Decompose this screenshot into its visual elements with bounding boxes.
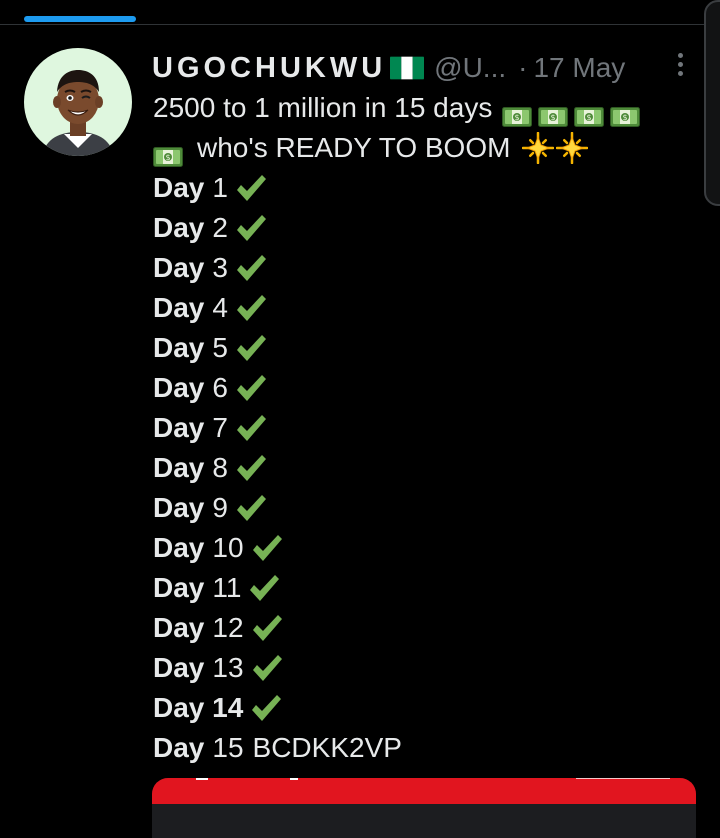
day-number: 15 [212,732,244,763]
money-bill-icon: $ [153,138,183,167]
check-mark-icon [250,531,284,565]
day-number: 4 [212,292,228,323]
day-line: Day 5 [153,328,693,368]
day-number: 11 [212,572,242,603]
tweet-text-line-2: who's READY TO BOOM [197,132,511,163]
day-label: Day [153,492,205,523]
tweet-line-2: $ who's READY TO BOOM [153,128,693,168]
day-number: 10 [212,532,244,563]
check-mark-icon [234,291,268,325]
day-label: Day [153,372,205,403]
more-dot-icon [677,62,683,67]
day-line: Day 8 [153,448,693,488]
check-mark-icon [234,331,268,365]
day-code: BCDKK2VP [252,732,402,763]
day-list: Day 1 Day 2 Day 3 Day 4 Day 5 Day 6 Day 7 Day 8 Day 9 Day 1… [153,168,693,768]
day-label: Day [153,212,205,243]
author-handle[interactable]: @U... [434,52,506,84]
check-mark-icon [234,451,268,485]
tweet-text-line-1: 2500 to 1 million in 15 days [153,92,493,123]
day-number: 2 [212,212,228,243]
day-line: Day 14 [153,688,693,728]
day-line: Day 3 [153,248,693,288]
day-number: 7 [212,412,228,443]
money-bill-icon: $ [538,98,569,127]
nigeria-flag-icon [390,56,425,80]
active-tab-indicator [24,16,136,22]
media-image-mark [290,778,298,780]
media-image-mark [196,778,208,780]
day-label: Day [153,292,205,323]
more-dot-icon [677,71,683,76]
check-mark-icon [250,611,284,645]
day-line: Day 15 BCDKK2VP [153,728,693,768]
day-label: Day [153,452,205,483]
svg-text:$: $ [515,113,520,122]
day-label: Day [153,612,205,643]
svg-text:$: $ [551,113,556,122]
day-number: 1 [212,172,228,203]
check-mark-icon [234,171,268,205]
day-number: 13 [212,652,244,683]
day-label: Day [153,172,205,203]
day-line: Day 9 [153,488,693,528]
scrollbar[interactable] [704,0,720,206]
day-number: 8 [212,452,228,483]
svg-text:$: $ [623,113,628,122]
day-number: 9 [212,492,228,523]
day-line: Day 4 [153,288,693,328]
media-image-banner [152,778,696,804]
day-line: Day 6 [153,368,693,408]
more-options-button[interactable] [670,50,690,80]
day-line: Day 7 [153,408,693,448]
day-label: Day [153,732,205,763]
day-number: 3 [212,252,228,283]
day-label: Day [153,532,205,563]
check-mark-icon [234,211,268,245]
check-mark-icon [247,571,281,605]
tweet-date[interactable]: 17 May [533,52,625,84]
money-bill-icon: $ [502,98,533,127]
day-number: 5 [212,332,228,363]
day-label: Day [153,572,205,603]
day-label: Day [153,412,205,443]
more-dot-icon [677,53,683,58]
avatar-illustration [42,70,114,156]
day-line: Day 11 [153,568,693,608]
avatar[interactable] [24,48,132,156]
header-separator: · [518,52,528,83]
svg-text:$: $ [587,113,592,122]
day-line: Day 10 [153,528,693,568]
svg-text:$: $ [165,153,170,162]
glowing-star-icon [522,131,555,165]
media-attachment[interactable] [152,778,696,838]
day-line: Day 12 [153,608,693,648]
check-mark-icon [249,691,283,725]
glowing-star-icon [556,131,589,165]
tweet-header: UGOCHUKWU @U... · 17 May [152,48,662,88]
day-label: Day [153,332,205,363]
day-label: Day 14 [153,692,244,723]
day-number: 12 [212,612,244,643]
top-divider [0,24,720,25]
author-display-name[interactable]: UGOCHUKWU [152,52,386,85]
check-mark-icon [234,411,268,445]
tweet-text: 2500 to 1 million in 15 days $ $ $ $ $ w… [153,88,693,768]
media-image-mark [576,778,670,779]
day-label: Day [153,652,205,683]
check-mark-icon [234,491,268,525]
day-number: 6 [212,372,228,403]
day-line: Day 2 [153,208,693,248]
tweet-line-1: 2500 to 1 million in 15 days $ $ $ $ [153,88,693,128]
check-mark-icon [234,251,268,285]
money-bill-icon: $ [610,98,641,127]
check-mark-icon [250,651,284,685]
check-mark-icon [234,371,268,405]
day-line: Day 1 [153,168,693,208]
money-bill-icon: $ [574,98,605,127]
day-line: Day 13 [153,648,693,688]
day-label: Day [153,252,205,283]
